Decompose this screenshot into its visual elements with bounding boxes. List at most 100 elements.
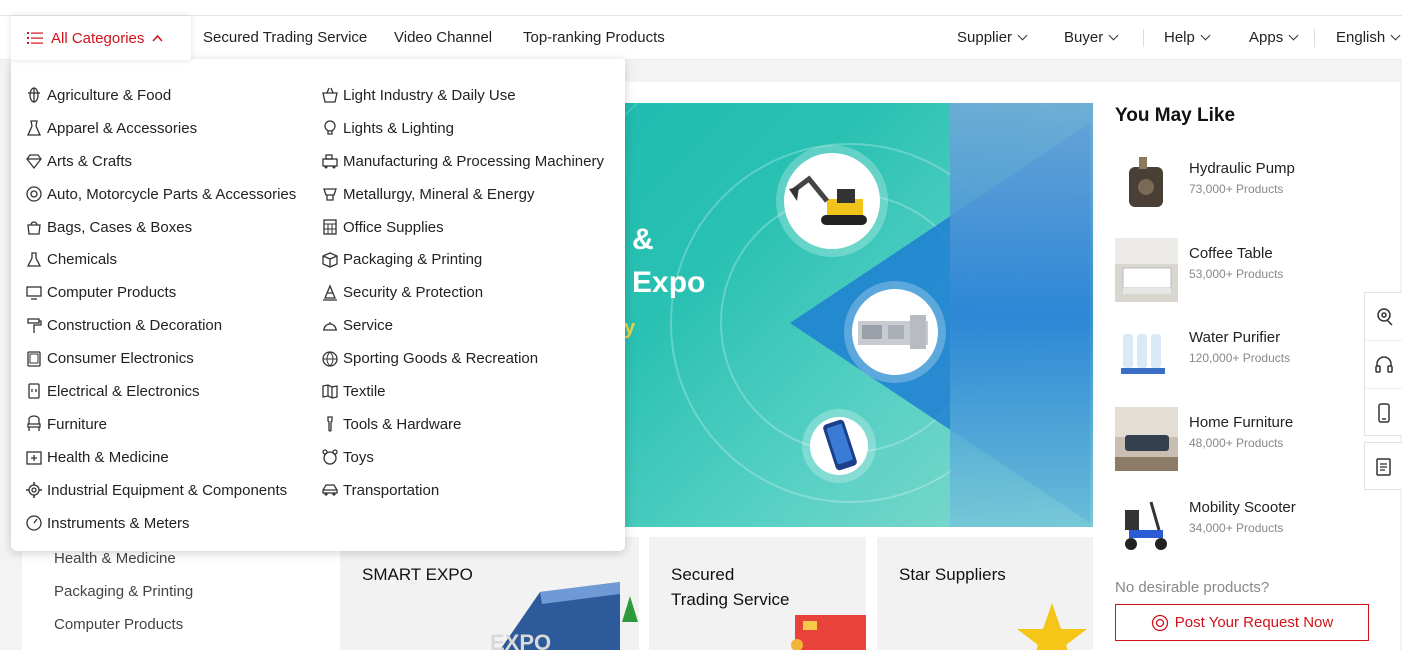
menu-language[interactable]: English bbox=[1336, 16, 1401, 60]
ball-icon bbox=[322, 350, 338, 367]
mobility-scooter-thumbnail bbox=[1115, 492, 1178, 556]
menu-apps[interactable]: Apps bbox=[1249, 16, 1299, 60]
chevron-up-icon bbox=[152, 34, 163, 42]
bag-icon bbox=[27, 221, 41, 235]
category-security[interactable]: Security & Protection bbox=[321, 276, 604, 309]
category-electrical[interactable]: Electrical & Electronics bbox=[25, 375, 296, 408]
coffee-table-image bbox=[1115, 238, 1178, 302]
category-light-industry[interactable]: Light Industry & Daily Use bbox=[321, 79, 604, 112]
recommend-item[interactable]: Water Purifier 120,000+ Products bbox=[1115, 322, 1375, 386]
nav-secured-trading[interactable]: Secured Trading Service bbox=[203, 16, 367, 60]
category-label: Tools & Hardware bbox=[343, 415, 462, 433]
category-tools[interactable]: Tools & Hardware bbox=[321, 408, 604, 441]
diamond-icon bbox=[26, 154, 42, 170]
recommend-item[interactable]: Home Furniture 48,000+ Products bbox=[1115, 407, 1375, 471]
all-categories-button[interactable]: All Categories bbox=[11, 16, 191, 60]
chair-icon bbox=[27, 415, 41, 432]
inquiry-icon bbox=[1375, 458, 1391, 476]
gauge-icon bbox=[26, 515, 42, 531]
category-chemicals[interactable]: Chemicals bbox=[25, 243, 296, 276]
location-icon bbox=[1376, 307, 1393, 326]
category-office[interactable]: Office Supplies bbox=[321, 211, 604, 244]
category-metallurgy[interactable]: Metallurgy, Mineral & Energy bbox=[321, 178, 604, 211]
category-service[interactable]: Service bbox=[321, 309, 604, 342]
category-label: Metallurgy, Mineral & Energy bbox=[343, 185, 535, 203]
home-furniture-thumbnail bbox=[1115, 407, 1178, 471]
menu-buyer[interactable]: Buyer bbox=[1064, 16, 1119, 60]
chevron-down-icon bbox=[1288, 30, 1299, 41]
category-lights[interactable]: Lights & Lighting bbox=[321, 112, 604, 145]
category-agriculture[interactable]: Agriculture & Food bbox=[25, 79, 296, 112]
category-label: Toys bbox=[343, 448, 374, 466]
expo-building-image: EXPO bbox=[490, 582, 638, 650]
recommend-item[interactable]: Mobility Scooter 34,000+ Products bbox=[1115, 492, 1375, 556]
svg-text:EXPO: EXPO bbox=[490, 630, 551, 650]
banner-sub-text: y bbox=[624, 317, 636, 339]
menu-supplier[interactable]: Supplier bbox=[957, 16, 1028, 60]
menu-help[interactable]: Help bbox=[1164, 16, 1211, 60]
scooter-image bbox=[1115, 492, 1178, 556]
category-apparel[interactable]: Apparel & Accessories bbox=[25, 112, 296, 145]
side-tool-location[interactable] bbox=[1365, 293, 1402, 341]
side-tool-support[interactable] bbox=[1365, 341, 1402, 389]
category-label: Security & Protection bbox=[343, 284, 484, 302]
no-desirable-text: No desirable products? bbox=[1115, 579, 1270, 596]
category-textile[interactable]: Textile bbox=[321, 375, 604, 408]
divider bbox=[1314, 29, 1315, 47]
recommend-count: 73,000+ Products bbox=[1189, 182, 1284, 196]
category-industrial[interactable]: Industrial Equipment & Components bbox=[25, 474, 296, 507]
category-consumer-electronics[interactable]: Consumer Electronics bbox=[25, 342, 296, 375]
bulb-icon bbox=[324, 120, 336, 135]
recommend-item[interactable]: Coffee Table 53,000+ Products bbox=[1115, 238, 1375, 302]
category-manufacturing[interactable]: Manufacturing & Processing Machinery bbox=[321, 145, 604, 178]
category-label: Consumer Electronics bbox=[47, 350, 194, 368]
menu-buyer-label: Buyer bbox=[1064, 29, 1104, 46]
left-category-item[interactable]: Health & Medicine bbox=[54, 550, 176, 567]
paint-roller-icon bbox=[27, 318, 42, 333]
category-toys[interactable]: Toys bbox=[321, 441, 604, 474]
recommend-name: Hydraulic Pump bbox=[1189, 160, 1295, 177]
hydraulic-pump-thumbnail bbox=[1115, 153, 1178, 217]
category-health[interactable]: Health & Medicine bbox=[25, 441, 296, 474]
category-sporting[interactable]: Sporting Goods & Recreation bbox=[321, 342, 604, 375]
category-label: Service bbox=[343, 317, 394, 335]
category-label: Arts & Crafts bbox=[47, 152, 133, 170]
category-label: Industrial Equipment & Components bbox=[47, 481, 288, 499]
cone-icon bbox=[323, 284, 337, 301]
category-label: Manufacturing & Processing Machinery bbox=[343, 152, 604, 170]
side-toolbar-bottom bbox=[1364, 442, 1402, 490]
category-packaging[interactable]: Packaging & Printing bbox=[321, 243, 604, 276]
recommend-item[interactable]: Hydraulic Pump 73,000+ Products bbox=[1115, 153, 1375, 217]
category-arts[interactable]: Arts & Crafts bbox=[25, 145, 296, 178]
category-construction[interactable]: Construction & Decoration bbox=[25, 309, 296, 342]
category-label: Construction & Decoration bbox=[47, 317, 223, 335]
left-category-item[interactable]: Computer Products bbox=[54, 616, 183, 633]
category-furniture[interactable]: Furniture bbox=[25, 408, 296, 441]
phone-icon bbox=[823, 419, 857, 471]
side-tool-inquiry[interactable] bbox=[1365, 443, 1402, 491]
left-category-item[interactable]: Packaging & Printing bbox=[54, 583, 193, 600]
category-bags[interactable]: Bags, Cases & Boxes bbox=[25, 211, 296, 244]
smart-expo-card[interactable]: SMART EXPO EXPO bbox=[340, 537, 639, 650]
category-transportation[interactable]: Transportation bbox=[321, 474, 604, 507]
category-instruments[interactable]: Instruments & Meters bbox=[25, 507, 296, 540]
star-suppliers-card[interactable]: Star Suppliers bbox=[877, 537, 1093, 650]
category-column-right: Light Industry & Daily Use Lights & Ligh… bbox=[321, 79, 604, 507]
post-request-button[interactable]: Post Your Request Now bbox=[1115, 604, 1369, 641]
bear-icon bbox=[322, 449, 338, 465]
chevron-down-icon bbox=[1017, 30, 1028, 41]
chevron-down-icon bbox=[1390, 30, 1401, 41]
smart-expo-title: SMART EXPO bbox=[362, 565, 473, 584]
category-auto[interactable]: Auto, Motorcycle Parts & Accessories bbox=[25, 178, 296, 211]
car-icon bbox=[322, 484, 338, 496]
star-icon bbox=[1017, 603, 1087, 650]
nav-video-channel[interactable]: Video Channel bbox=[394, 16, 492, 60]
category-computer[interactable]: Computer Products bbox=[25, 276, 296, 309]
nav-top-ranking[interactable]: Top-ranking Products bbox=[523, 16, 665, 60]
secured-trading-card[interactable]: Secured Trading Service bbox=[649, 537, 866, 650]
all-categories-label: All Categories bbox=[51, 29, 145, 47]
category-label: Light Industry & Daily Use bbox=[343, 86, 516, 104]
banner-wedge bbox=[950, 103, 1093, 527]
side-tool-mobile[interactable] bbox=[1365, 389, 1402, 437]
service-bell-icon bbox=[323, 321, 337, 331]
